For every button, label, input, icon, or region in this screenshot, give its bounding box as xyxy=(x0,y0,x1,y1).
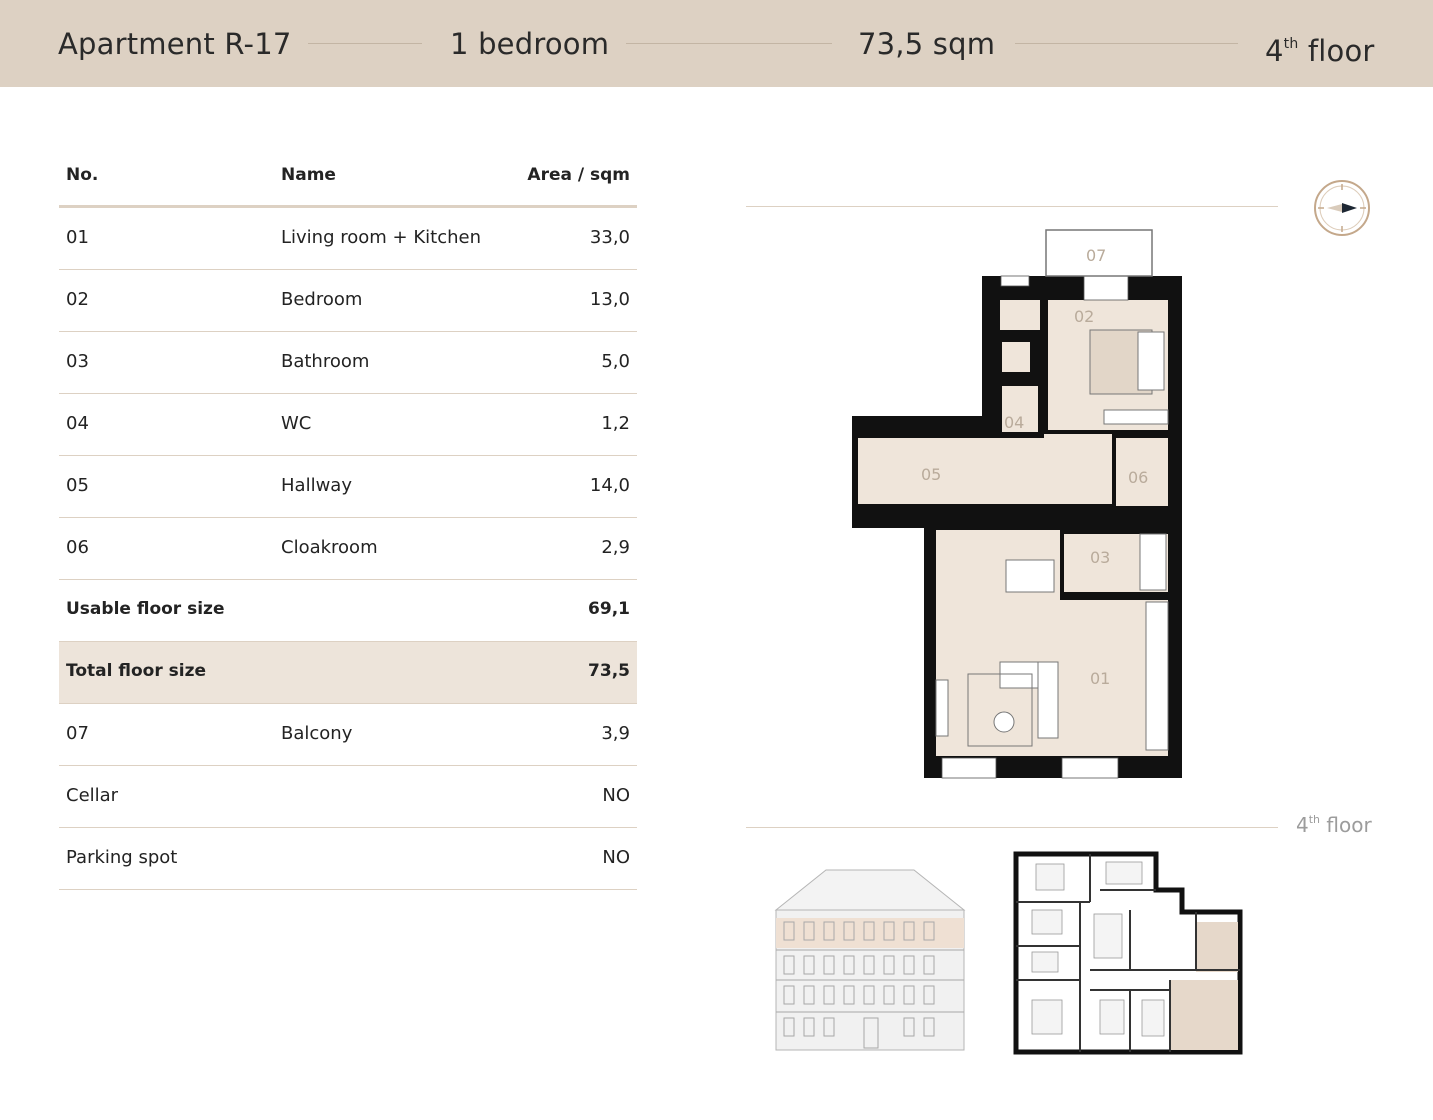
usable-floor-area: 69,1 xyxy=(588,599,630,619)
table-row: Cellar NO xyxy=(59,766,637,828)
room-area: 33,0 xyxy=(589,227,630,248)
column-header-area: Area / sqm xyxy=(527,165,630,185)
room-name: Bedroom xyxy=(281,289,363,310)
compass-icon xyxy=(1314,180,1370,236)
plan-bottom-rule xyxy=(746,827,1278,828)
plan-floor-suffix: th xyxy=(1308,813,1321,826)
room-number: 05 xyxy=(66,475,89,496)
bedroom-count: 1 bedroom xyxy=(450,27,610,61)
room-name: Living room + Kitchen xyxy=(281,227,481,248)
table-row: 06 Cloakroom 2,9 xyxy=(59,518,637,580)
apartment-title: Apartment R-17 xyxy=(58,27,292,61)
apartment-area: 73,5 sqm xyxy=(858,27,996,61)
header-divider xyxy=(1015,43,1238,44)
extra-label: Cellar xyxy=(66,785,119,806)
floor-word: floor xyxy=(1307,34,1375,68)
plan-top-rule xyxy=(746,206,1278,207)
column-header-number: No. xyxy=(66,165,99,185)
room-area: 13,0 xyxy=(589,289,630,310)
apartment-floor-plan: 07 02 04 05 06 03 01 xyxy=(852,229,1182,779)
table-row: 02 Bedroom 13,0 xyxy=(59,270,637,332)
room-area: 5,0 xyxy=(601,351,630,372)
room-number: 03 xyxy=(66,351,89,372)
room-name: Bathroom xyxy=(281,351,370,372)
total-floor-area: 73,5 xyxy=(588,661,630,681)
floor-indicator: 4th floor xyxy=(1265,24,1375,71)
room-name: Hallway xyxy=(281,475,352,496)
extra-label: Parking spot xyxy=(66,847,178,868)
header-band: Apartment R-17 1 bedroom 73,5 sqm 4th fl… xyxy=(0,0,1433,87)
header-divider xyxy=(626,43,832,44)
header-divider xyxy=(308,43,422,44)
floor-suffix: th xyxy=(1283,36,1299,52)
room-label-01: 01 xyxy=(1090,669,1110,688)
total-floor-row: Total floor size 73,5 xyxy=(59,642,637,704)
plan-floor-label: 4th floor xyxy=(1296,813,1372,837)
table-row: 01 Living room + Kitchen 33,0 xyxy=(59,208,637,270)
room-area: 1,2 xyxy=(601,413,630,434)
room-area: 2,9 xyxy=(601,537,630,558)
room-label-04: 04 xyxy=(1004,413,1024,432)
table-row: 04 WC 1,2 xyxy=(59,394,637,456)
usable-floor-row: Usable floor size 69,1 xyxy=(59,580,637,642)
room-table: No. Name Area / sqm 01 Living room + Kit… xyxy=(59,145,637,890)
table-row: Parking spot NO xyxy=(59,828,637,890)
room-number: 04 xyxy=(66,413,89,434)
building-elevation-image xyxy=(774,869,966,1051)
extra-area: 3,9 xyxy=(601,723,630,744)
room-label-05: 05 xyxy=(921,465,941,484)
plan-floor-number: 4 xyxy=(1296,813,1309,837)
extra-number: 07 xyxy=(66,723,89,744)
room-name: Cloakroom xyxy=(281,537,378,558)
room-number: 02 xyxy=(66,289,89,310)
floor-number: 4 xyxy=(1265,34,1284,68)
room-area: 14,0 xyxy=(589,475,630,496)
room-number: 01 xyxy=(66,227,89,248)
total-floor-label: Total floor size xyxy=(66,661,206,681)
plan-floor-word: floor xyxy=(1326,813,1372,837)
extra-value: NO xyxy=(602,785,630,806)
floor-key-plan-image xyxy=(1013,851,1243,1055)
extra-value: NO xyxy=(602,847,630,868)
column-header-name: Name xyxy=(281,165,336,185)
room-name: WC xyxy=(281,413,312,434)
table-row: 05 Hallway 14,0 xyxy=(59,456,637,518)
room-number: 06 xyxy=(66,537,89,558)
room-label-07: 07 xyxy=(1086,246,1106,265)
table-row: 03 Bathroom 5,0 xyxy=(59,332,637,394)
room-label-02: 02 xyxy=(1074,307,1094,326)
table-row: 07 Balcony 3,9 xyxy=(59,704,637,766)
usable-floor-label: Usable floor size xyxy=(66,599,225,619)
room-label-03: 03 xyxy=(1090,548,1110,567)
extra-name: Balcony xyxy=(281,723,353,744)
table-header: No. Name Area / sqm xyxy=(59,145,637,208)
room-label-06: 06 xyxy=(1128,468,1148,487)
